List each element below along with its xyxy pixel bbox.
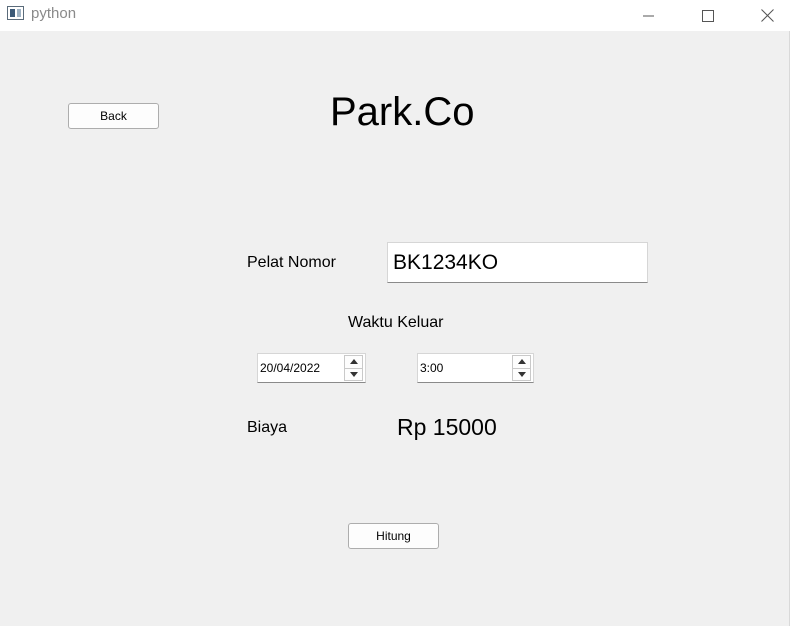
close-button[interactable] bbox=[744, 0, 790, 31]
app-title: Park.Co bbox=[330, 90, 475, 134]
exit-date-up-button[interactable] bbox=[344, 355, 363, 369]
maximize-icon bbox=[702, 9, 714, 22]
chevron-up-icon bbox=[517, 359, 526, 365]
maximize-button[interactable] bbox=[685, 0, 731, 31]
chevron-down-icon bbox=[517, 371, 526, 377]
calculate-button[interactable]: Hitung bbox=[348, 523, 439, 549]
plate-number-input[interactable] bbox=[387, 242, 648, 283]
exit-date-stepper bbox=[344, 355, 363, 381]
close-icon bbox=[760, 9, 774, 22]
chevron-up-icon bbox=[349, 359, 358, 365]
window-titlebar: python bbox=[0, 0, 790, 31]
chevron-down-icon bbox=[349, 371, 358, 377]
back-button[interactable]: Back bbox=[68, 103, 159, 129]
exit-time-label: Waktu Keluar bbox=[348, 314, 444, 331]
exit-time-spinbox[interactable]: 3:00 bbox=[417, 353, 534, 383]
minimize-button[interactable] bbox=[626, 0, 672, 31]
exit-time-stepper bbox=[512, 355, 531, 381]
plate-label: Pelat Nomor bbox=[247, 254, 336, 271]
exit-date-value: 20/04/2022 bbox=[260, 361, 321, 375]
minimize-icon bbox=[643, 15, 654, 16]
exit-date-spinbox[interactable]: 20/04/2022 bbox=[257, 353, 366, 383]
python-window-icon bbox=[7, 6, 24, 20]
exit-time-down-button[interactable] bbox=[512, 368, 531, 381]
exit-time-up-button[interactable] bbox=[512, 355, 531, 369]
exit-date-down-button[interactable] bbox=[344, 368, 363, 381]
window-title: python bbox=[31, 5, 77, 22]
exit-time-value: 3:00 bbox=[420, 361, 444, 375]
cost-label: Biaya bbox=[247, 419, 288, 436]
cost-value: Rp 15000 bbox=[397, 414, 497, 440]
